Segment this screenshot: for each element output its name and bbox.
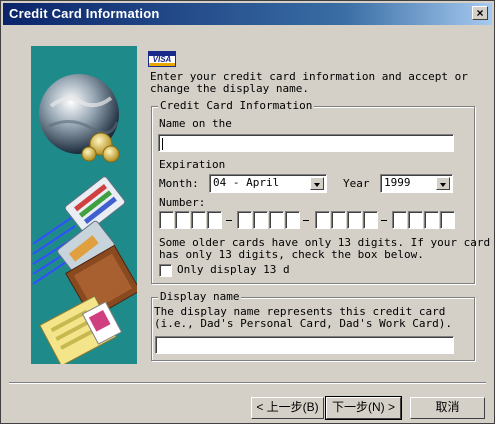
credit-card-info-legend: Credit Card Information <box>158 99 315 112</box>
month-label: Month: <box>159 177 199 190</box>
card-number-digit[interactable] <box>408 211 423 229</box>
card-number-digit[interactable] <box>159 211 174 229</box>
card-number-digit[interactable] <box>207 211 222 229</box>
only-13-digits-checkbox[interactable] <box>159 264 172 277</box>
display-name-legend: Display name <box>158 290 242 303</box>
card-number-digit[interactable] <box>253 211 268 229</box>
number-separator <box>381 220 387 221</box>
card-number-digit[interactable] <box>363 211 378 229</box>
name-field[interactable] <box>158 134 454 152</box>
text-caret <box>162 138 163 150</box>
visa-card-icon: VISA <box>148 51 176 67</box>
number-separator <box>303 220 309 221</box>
card-number-digit[interactable] <box>331 211 346 229</box>
card-number-digit[interactable] <box>347 211 362 229</box>
window-title: Credit Card Information <box>9 6 160 21</box>
chevron-down-icon[interactable] <box>310 177 324 190</box>
number-separator <box>226 220 232 221</box>
dialog-window: Credit Card Information × VISA Enter you… <box>0 0 495 424</box>
only-13-digits-label[interactable]: Only display 13 d <box>177 264 290 276</box>
digits-note-line-2: has only 13 digits, check the box below. <box>159 248 424 261</box>
name-label: Name on the <box>159 117 232 130</box>
next-button[interactable]: 下一步(N) > <box>325 396 402 420</box>
cancel-button[interactable]: 取消 <box>410 397 485 419</box>
card-number-digit[interactable] <box>424 211 439 229</box>
button-separator <box>9 382 486 384</box>
card-number-digit[interactable] <box>237 211 252 229</box>
credit-card-info-group: Credit Card Information Name on the Expi… <box>151 100 490 284</box>
card-number-digit[interactable] <box>315 211 330 229</box>
expiration-label: Expiration <box>159 158 226 171</box>
intro-text: Enter your credit card information and a… <box>150 71 470 95</box>
card-number-digit[interactable] <box>440 211 455 229</box>
intro-line-2: change the display name. <box>150 82 309 95</box>
year-label: Year <box>343 177 370 190</box>
year-value: 1999 <box>384 176 411 189</box>
wizard-illustration <box>31 46 137 364</box>
display-name-field[interactable] <box>155 336 454 354</box>
back-button[interactable]: < 上一步(B) <box>251 397 324 419</box>
card-number-digit[interactable] <box>392 211 407 229</box>
visa-bottom-band <box>149 63 175 66</box>
card-number-digit[interactable] <box>191 211 206 229</box>
card-number-digit[interactable] <box>269 211 284 229</box>
year-select[interactable]: 1999 <box>380 174 453 193</box>
close-button[interactable]: × <box>472 6 488 20</box>
display-name-group: Display name The display name represents… <box>151 291 475 361</box>
month-select[interactable]: 04 - April <box>209 174 327 193</box>
number-label: Number: <box>159 196 206 209</box>
chevron-down-icon[interactable] <box>436 177 450 190</box>
display-name-desc-line-2: (i.e., Dad's Personal Card, Dad's Work C… <box>154 317 453 330</box>
card-number-digit[interactable] <box>175 211 190 229</box>
month-value: 04 - April <box>213 176 280 189</box>
title-bar[interactable]: Credit Card Information × <box>3 3 492 25</box>
card-number-digit[interactable] <box>285 211 300 229</box>
